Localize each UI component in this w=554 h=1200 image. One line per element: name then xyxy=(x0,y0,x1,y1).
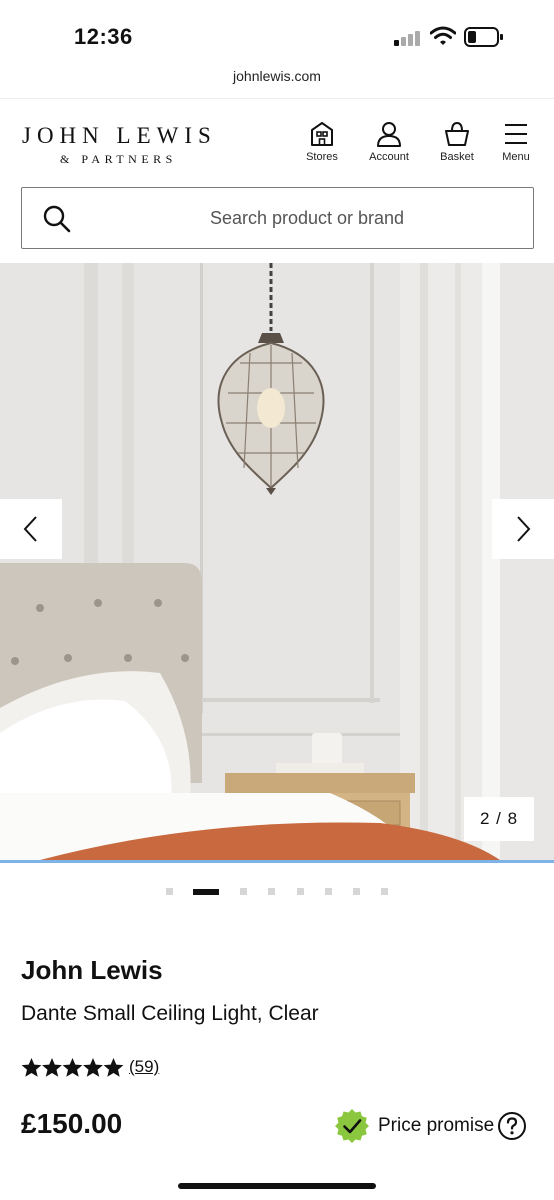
nav-stores[interactable]: Stores xyxy=(292,121,352,163)
battery-icon xyxy=(464,27,503,47)
carousel-dot-1[interactable] xyxy=(166,888,173,895)
carousel-dots xyxy=(0,887,554,897)
review-count-link[interactable]: (59) xyxy=(129,1057,159,1077)
image-underline xyxy=(0,860,554,863)
carousel-dot-2-active[interactable] xyxy=(193,889,219,895)
price-promise-label[interactable]: Price promise xyxy=(378,1115,494,1137)
product-name: Dante Small Ceiling Light, Clear xyxy=(21,1002,319,1025)
carousel-dot-8[interactable] xyxy=(381,888,388,895)
hamburger-menu-icon xyxy=(505,124,527,144)
product-photo xyxy=(0,263,554,860)
carousel-prev-button[interactable] xyxy=(0,499,62,559)
nav-stores-label: Stores xyxy=(306,151,338,163)
nav-basket-label: Basket xyxy=(440,151,474,163)
site-header: JOHN LEWIS & PARTNERS Stores Account Bas… xyxy=(0,98,554,178)
product-price: £150.00 xyxy=(21,1108,123,1139)
status-time: 12:36 xyxy=(74,24,133,49)
nav-account-label: Account xyxy=(369,151,409,163)
logo-main-text: JOHN LEWIS xyxy=(22,123,217,148)
home-indicator[interactable] xyxy=(178,1183,376,1189)
account-icon xyxy=(377,122,401,147)
rating-stars-icon xyxy=(21,1058,124,1077)
browser-url[interactable]: johnlewis.com xyxy=(0,68,554,84)
carousel-dot-7[interactable] xyxy=(353,888,360,895)
signal-icon xyxy=(394,30,422,46)
chevron-left-icon xyxy=(23,516,37,542)
product-brand[interactable]: John Lewis xyxy=(21,955,163,986)
logo-sub-text: & PARTNERS xyxy=(60,152,177,166)
product-image-carousel[interactable]: 2 / 8 xyxy=(0,263,554,860)
image-counter: 2 / 8 xyxy=(464,797,534,841)
help-question-icon[interactable] xyxy=(497,1111,527,1141)
nav-menu[interactable]: Menu xyxy=(486,121,546,163)
search-input[interactable] xyxy=(92,188,522,248)
wifi-icon xyxy=(430,26,456,45)
carousel-next-button[interactable] xyxy=(492,499,554,559)
nav-basket[interactable]: Basket xyxy=(427,121,487,163)
carousel-dot-4[interactable] xyxy=(268,888,275,895)
carousel-dot-5[interactable] xyxy=(297,888,304,895)
carousel-dot-6[interactable] xyxy=(325,888,332,895)
nav-account[interactable]: Account xyxy=(359,121,419,163)
price-promise-check-icon xyxy=(335,1109,369,1143)
search-bar[interactable] xyxy=(21,187,534,249)
search-icon[interactable] xyxy=(42,204,72,234)
store-icon xyxy=(311,122,333,146)
basket-icon xyxy=(445,121,469,146)
carousel-dot-3[interactable] xyxy=(240,888,247,895)
status-bar: 12:36 xyxy=(0,0,554,60)
nav-menu-label: Menu xyxy=(502,151,530,163)
chevron-right-icon xyxy=(517,516,531,542)
site-logo[interactable]: JOHN LEWIS & PARTNERS xyxy=(22,123,217,167)
